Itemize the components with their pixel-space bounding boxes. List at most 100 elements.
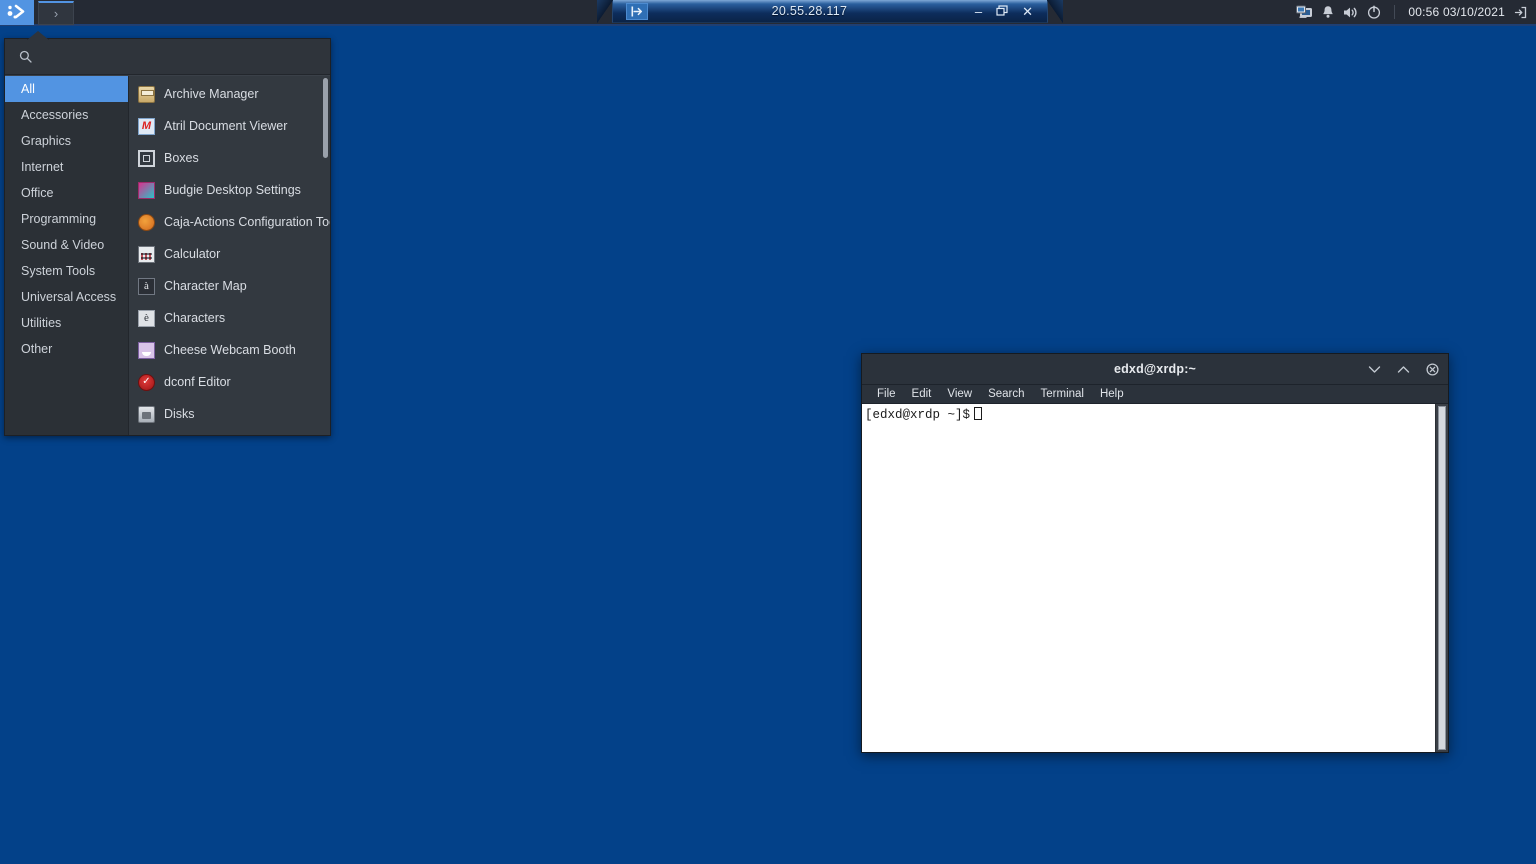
app-list-scroll-thumb[interactable]	[323, 78, 328, 158]
category-item-utilities[interactable]: Utilities	[5, 310, 128, 336]
application-list[interactable]: Archive Manager Atril Document Viewer Bo…	[129, 76, 330, 435]
search-icon	[19, 50, 32, 63]
app-item[interactable]: Caja-Actions Configuration Tool	[129, 206, 330, 238]
category-item-accessories[interactable]: Accessories	[5, 102, 128, 128]
category-item-programming[interactable]: Programming	[5, 206, 128, 232]
app-item[interactable]: ✓ dconf Editor	[129, 366, 330, 398]
app-label: Characters	[164, 311, 226, 325]
archive-manager-icon	[138, 85, 155, 103]
app-item[interactable]: à Character Map	[129, 270, 330, 302]
terminal-window: edxd@xrdp:~ File Edit View Search Termin…	[861, 353, 1449, 753]
category-label: System Tools	[21, 264, 96, 278]
category-label: Office	[21, 186, 54, 200]
terminal-minimize-button[interactable]	[1368, 365, 1381, 374]
category-label: All	[21, 82, 35, 96]
tray-separator	[1394, 5, 1396, 19]
task-button-terminal[interactable]: ›	[38, 0, 74, 25]
app-item[interactable]: Archive Manager	[129, 78, 330, 110]
search-input[interactable]	[32, 49, 330, 64]
budgie-menu-button[interactable]	[0, 0, 34, 25]
app-item[interactable]: Budgie Desktop Settings	[129, 174, 330, 206]
terminal-menu-search[interactable]: Search	[980, 388, 1032, 400]
cheese-webcam-booth-icon	[138, 341, 155, 359]
budgie-menu-icon	[7, 4, 27, 20]
terminal-menubar: File Edit View Search Terminal Help	[862, 385, 1448, 404]
rdp-close-button[interactable]: ✕	[1022, 5, 1033, 18]
notification-bell-icon[interactable]	[1322, 5, 1334, 19]
terminal-prompt-icon: ›	[53, 5, 59, 21]
terminal-menu-view[interactable]: View	[939, 388, 980, 400]
category-item-other[interactable]: Other	[5, 336, 128, 362]
app-label: Atril Document Viewer	[164, 119, 288, 133]
terminal-menu-help[interactable]: Help	[1092, 388, 1132, 400]
app-label: Calculator	[164, 247, 221, 261]
terminal-output[interactable]: [edxd@xrdp ~]$	[862, 404, 1435, 752]
pin-icon[interactable]	[626, 2, 648, 20]
terminal-maximize-button[interactable]	[1397, 365, 1410, 374]
category-label: Other	[21, 342, 53, 356]
application-menu: All Accessories Graphics Internet Office…	[4, 31, 331, 436]
app-item[interactable]: Disks	[129, 398, 330, 430]
category-item-system-tools[interactable]: System Tools	[5, 258, 128, 284]
terminal-prompt: [edxd@xrdp ~]$	[865, 408, 971, 422]
app-label: Character Map	[164, 279, 247, 293]
terminal-cursor	[974, 407, 983, 420]
category-label: Sound & Video	[21, 238, 105, 252]
terminal-close-button[interactable]	[1426, 363, 1439, 376]
category-label: Universal Access	[21, 290, 117, 304]
boxes-icon	[138, 149, 155, 167]
task-list: ›	[38, 0, 74, 25]
dconf-editor-icon: ✓	[138, 373, 155, 391]
system-tray: 00:56 03/10/2021	[1296, 0, 1536, 25]
menu-body: All Accessories Graphics Internet Office…	[5, 75, 330, 435]
terminal-scroll-thumb[interactable]	[1438, 406, 1446, 750]
logout-icon[interactable]	[1514, 6, 1527, 19]
rdp-minimize-button[interactable]: –	[975, 5, 982, 18]
terminal-titlebar[interactable]: edxd@xrdp:~	[862, 354, 1448, 385]
terminal-body[interactable]: [edxd@xrdp ~]$	[862, 404, 1448, 752]
app-label: Archive Manager	[164, 87, 259, 101]
category-label: Internet	[21, 160, 64, 174]
power-icon[interactable]	[1367, 5, 1381, 19]
terminal-window-buttons	[1368, 354, 1439, 385]
rdp-connection-bar: 20.55.28.117 – ✕	[597, 0, 1063, 23]
app-label: dconf Editor	[164, 375, 231, 389]
calculator-icon	[138, 245, 155, 263]
category-label: Graphics	[21, 134, 72, 148]
volume-icon[interactable]	[1343, 6, 1358, 19]
terminal-title: edxd@xrdp:~	[1113, 362, 1197, 376]
terminal-scrollbar[interactable]	[1435, 404, 1448, 752]
category-item-sound-video[interactable]: Sound & Video	[5, 232, 128, 258]
rdp-restore-button[interactable]	[996, 4, 1008, 18]
app-item[interactable]: è Characters	[129, 302, 330, 334]
characters-icon: è	[138, 309, 155, 327]
terminal-menu-file[interactable]: File	[869, 388, 904, 400]
category-label: Accessories	[21, 108, 89, 122]
category-item-universal-access[interactable]: Universal Access	[5, 284, 128, 310]
app-label: Budgie Desktop Settings	[164, 183, 301, 197]
category-item-office[interactable]: Office	[5, 180, 128, 206]
budgie-desktop-settings-icon	[138, 181, 155, 199]
disks-icon	[138, 405, 155, 423]
character-map-icon: à	[138, 277, 155, 295]
category-item-internet[interactable]: Internet	[5, 154, 128, 180]
terminal-menu-terminal[interactable]: Terminal	[1033, 388, 1092, 400]
app-label: Caja-Actions Configuration Tool	[164, 215, 330, 229]
app-label: Boxes	[164, 151, 199, 165]
app-item[interactable]: Boxes	[129, 142, 330, 174]
category-item-all[interactable]: All	[5, 76, 128, 102]
app-list-scrollbar[interactable]	[323, 76, 328, 435]
clock[interactable]: 00:56 03/10/2021	[1408, 5, 1505, 19]
app-item[interactable]: Calculator	[129, 238, 330, 270]
rdp-window-buttons: – ✕	[975, 5, 1033, 18]
rdp-host-label: 20.55.28.117	[771, 4, 848, 18]
search-row	[5, 39, 330, 75]
category-item-graphics[interactable]: Graphics	[5, 128, 128, 154]
category-label: Programming	[21, 212, 97, 226]
atril-document-viewer-icon	[138, 117, 155, 135]
app-item[interactable]: Atril Document Viewer	[129, 110, 330, 142]
app-item[interactable]: Cheese Webcam Booth	[129, 334, 330, 366]
terminal-menu-edit[interactable]: Edit	[904, 388, 940, 400]
caja-actions-icon	[138, 213, 155, 231]
display-icon[interactable]	[1296, 5, 1313, 19]
